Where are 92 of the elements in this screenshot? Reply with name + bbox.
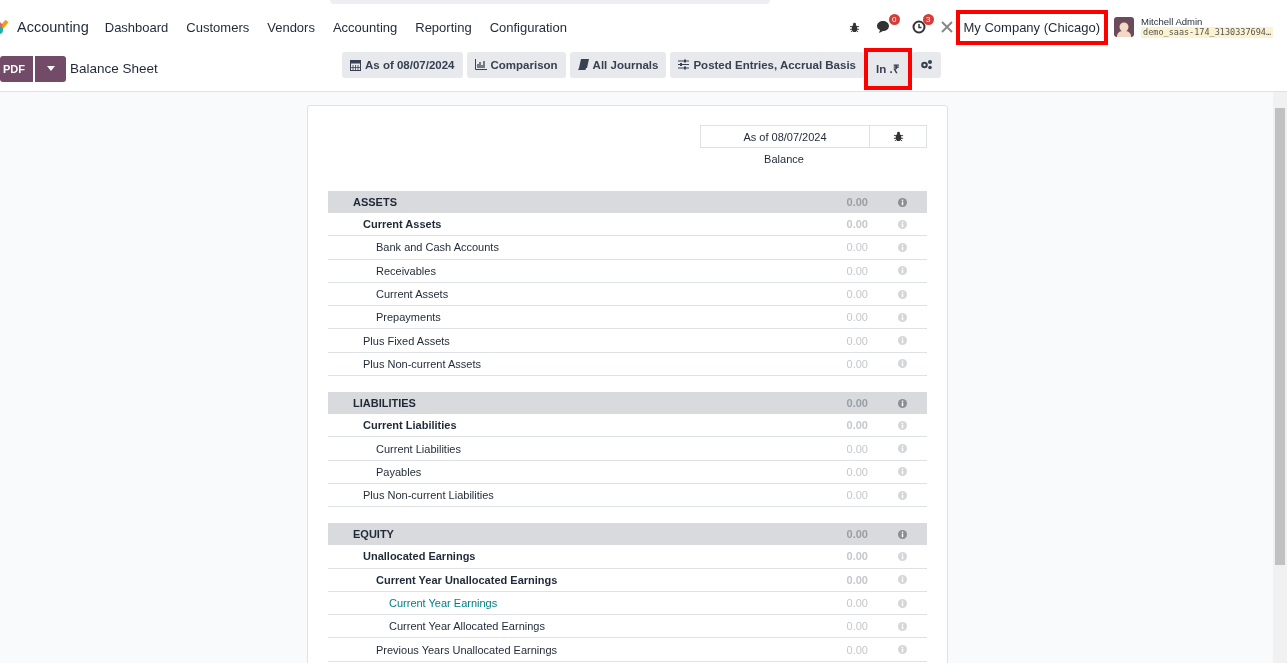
line-label: Current Assets [376, 288, 449, 301]
line-label: Prepayments [376, 311, 441, 324]
user-avatar[interactable] [1114, 17, 1135, 37]
info-icon[interactable] [898, 529, 907, 539]
info-icon[interactable] [898, 266, 907, 276]
database-name: demo_saas-174_3130337694… [1141, 27, 1273, 38]
amount: 0.00 [846, 573, 868, 586]
count-badge: 3 [923, 14, 934, 25]
scrollbar-thumb[interactable] [1275, 108, 1285, 565]
info-icon[interactable] [898, 219, 907, 229]
settings-button[interactable] [911, 51, 941, 78]
amount: 0.00 [846, 489, 868, 502]
bar-chart-icon [474, 59, 487, 70]
amount: 0.00 [846, 311, 868, 324]
info-icon[interactable] [898, 420, 907, 430]
line-label: Unallocated Earnings [363, 550, 476, 563]
debug-button[interactable] [870, 125, 927, 148]
menu-item[interactable]: Configuration [489, 19, 567, 35]
amount: 0.00 [846, 397, 868, 410]
amount: 0.00 [846, 357, 868, 370]
amount: 0.00 [846, 419, 868, 432]
dropdown-toggle[interactable] [35, 55, 66, 82]
column-header: As of 08/07/2024 [700, 125, 870, 148]
menu-item[interactable]: Dashboard [104, 19, 169, 35]
info-icon[interactable] [898, 242, 907, 252]
amount: 0.00 [846, 196, 868, 208]
company-switcher[interactable]: My Company (Chicago) [955, 9, 1109, 45]
sliders-icon [678, 59, 690, 70]
amount: 0.00 [846, 597, 868, 609]
line-label: Plus Fixed Assets [363, 334, 450, 347]
info-icon[interactable] [898, 359, 907, 369]
menu-item[interactable]: Vendors [267, 19, 315, 35]
info-icon[interactable] [898, 551, 907, 561]
column-label: Balance [764, 153, 804, 165]
line-label: Previous Years Unallocated Earnings [376, 643, 557, 656]
info-icon[interactable] [898, 289, 907, 299]
info-icon[interactable] [898, 312, 907, 322]
pdf-button[interactable]: PDF [0, 55, 33, 82]
amount: 0.00 [846, 442, 868, 455]
clock-icon[interactable] [911, 20, 926, 34]
line-label: Current Liabilities [376, 442, 461, 455]
amount: 0.00 [846, 620, 868, 633]
line-label: Current Year Allocated Earnings [389, 620, 545, 633]
info-icon[interactable] [898, 197, 907, 207]
info-icon[interactable] [898, 398, 907, 408]
account-link[interactable]: Current Year Earnings [389, 597, 498, 609]
chat-icon[interactable] [875, 20, 892, 34]
page-title: Balance Sheet [70, 61, 159, 76]
bug-icon [892, 131, 904, 142]
bug-icon [848, 21, 860, 33]
filter-button[interactable]: Comparison [466, 51, 566, 78]
filter-button[interactable]: Posted Entries, Accrual Basis [670, 51, 864, 78]
caret-icon [46, 66, 55, 71]
amount: 0.00 [846, 264, 868, 277]
info-icon[interactable] [898, 467, 907, 477]
line-label: ASSETS [353, 196, 397, 208]
menu-item[interactable]: Customers [186, 19, 250, 35]
info-icon[interactable] [898, 490, 907, 500]
menu-item[interactable]: Accounting [332, 19, 398, 35]
info-icon[interactable] [898, 645, 907, 655]
info-icon[interactable] [898, 575, 907, 585]
line-label: Plus Non-current Liabilities [363, 489, 494, 502]
line-label: Receivables [376, 264, 436, 277]
info-icon[interactable] [898, 621, 907, 631]
line-label: Plus Non-current Assets [363, 357, 481, 370]
info-icon[interactable] [898, 598, 907, 608]
line-label: EQUITY [353, 528, 394, 541]
count-badge: 0 [889, 14, 900, 25]
user-name[interactable]: Mitchell Admin [1141, 16, 1273, 27]
amount: 0.00 [846, 334, 868, 347]
book-icon [577, 59, 589, 70]
line-label: LIABILITIES [353, 397, 416, 410]
amount: 0.00 [846, 643, 868, 656]
amount: 0.00 [846, 528, 868, 541]
amount: 0.00 [846, 288, 868, 301]
filter-button[interactable]: All Journals [569, 51, 667, 78]
line-label: Bank and Cash Accounts [376, 241, 499, 254]
line-label: Current Year Unallocated Earnings [376, 573, 558, 586]
line-label: Current Assets [363, 218, 442, 231]
amount: 0.00 [846, 218, 868, 231]
filter-button[interactable]: As of 08/07/2024 [342, 51, 463, 78]
line-label: Payables [376, 465, 422, 478]
info-icon[interactable] [898, 336, 907, 346]
amount: 0.00 [846, 465, 868, 478]
line-label: Current Liabilities [363, 419, 457, 432]
info-icon[interactable] [898, 444, 907, 453]
amount: 0.00 [846, 550, 868, 563]
amount: 0.00 [846, 241, 868, 254]
gears-icon [919, 59, 933, 70]
menu-item[interactable]: Reporting [415, 19, 472, 35]
app-name[interactable]: Accounting [17, 19, 89, 35]
calendar-icon [350, 58, 361, 71]
